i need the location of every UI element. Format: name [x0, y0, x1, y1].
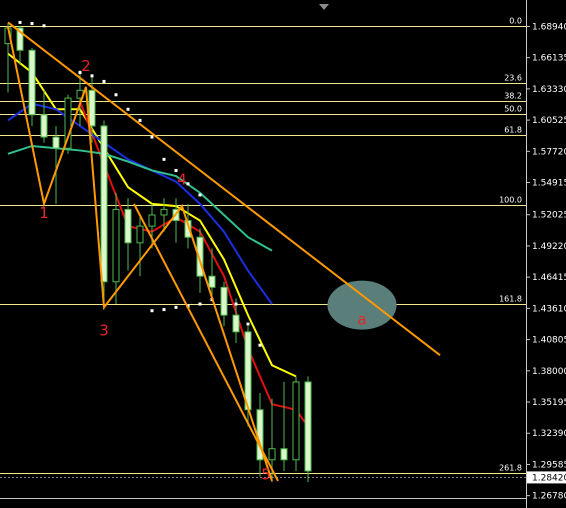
wave-label-5: 5 [261, 466, 271, 484]
candle-body [292, 381, 300, 461]
y-tick-label: 1.29585 [532, 460, 566, 470]
moving-averages [7, 52, 309, 428]
candle-body [304, 381, 312, 472]
sar-dot [162, 157, 166, 161]
candle-body [136, 225, 144, 244]
y-tick-label: 1.54915 [532, 179, 566, 189]
trendlines-layer [7, 21, 441, 482]
chart-root: 0.0 23.6 38.2 50.0 61.8 100.0 161.8 261.8 1 2 3 4 5… [0, 0, 566, 508]
sar-dot [150, 135, 154, 139]
candle-body [148, 214, 156, 227]
y-tick-label: 1.26780 [532, 492, 566, 502]
y-tick-label: 1.43610 [532, 304, 566, 314]
sar-dot [162, 308, 166, 312]
fib-level-label: 100.0 [499, 196, 522, 205]
fib-level-label: 161.8 [499, 295, 522, 304]
candle-body [100, 125, 108, 283]
sar-dot [198, 193, 202, 197]
y-tick-label: 1.38000 [532, 367, 566, 377]
sar-dot [258, 343, 262, 347]
y-tick-label: 1.35195 [532, 398, 566, 408]
wave-label-a: a [357, 311, 366, 329]
sar-dot [150, 309, 154, 313]
candle-body [280, 448, 288, 461]
fib-level-label: 38.2 [504, 92, 522, 101]
sar-dot [30, 22, 34, 26]
sar-dot [174, 305, 178, 309]
sar-dot [126, 107, 130, 111]
y-tick-label: 1.57720 [532, 147, 566, 157]
y-tick-label: 1.49220 [532, 242, 566, 252]
wave5-channel-line [133, 203, 279, 482]
wave-label-2: 2 [81, 57, 91, 75]
sar-dot [42, 24, 46, 28]
sar-dot [102, 79, 106, 83]
y-tick-label: 1.52025 [532, 211, 566, 221]
y-tick-label: 1.60525 [532, 116, 566, 126]
sar-dot [138, 118, 142, 122]
sar-dot [114, 93, 118, 97]
y-tick-label: 1.68940 [532, 22, 566, 32]
wave-label-3: 3 [99, 322, 109, 340]
fib-level-label: 23.6 [504, 74, 522, 83]
y-tick-label: 1.46415 [532, 273, 566, 283]
candle-body [40, 114, 48, 138]
fib-level-label: 50.0 [504, 105, 522, 114]
sar-dot [18, 20, 22, 24]
candle-body [52, 136, 60, 149]
y-tick-label: 1.63330 [532, 85, 566, 95]
y-tick-label: 1.66135 [532, 54, 566, 64]
candle-body [268, 448, 276, 461]
fib-level-label: 0.0 [509, 17, 522, 26]
price-axis: 1.68940 1.66135 1.63330 1.60525 1.57720 1.549… [0, 0, 566, 508]
price-chart: 0.0 23.6 38.2 50.0 61.8 100.0 161.8 261.8 1 2 3 4 5… [0, 0, 566, 508]
candle-body [112, 208, 120, 283]
y-tick-label: 1.40805 [532, 336, 566, 346]
y-tick-label: 1.32390 [532, 429, 566, 439]
candle-body [220, 286, 228, 316]
wave-label-4: 4 [177, 170, 187, 188]
candle-body [28, 49, 36, 116]
candles-layer [4, 23, 312, 483]
sar-dot [246, 322, 250, 326]
candle-body [160, 208, 168, 216]
candle-body [124, 208, 132, 244]
sar-dot [198, 302, 202, 306]
shift-marker-icon [319, 4, 329, 10]
candle-body [208, 275, 216, 288]
sar-dot [90, 74, 94, 78]
candle-body [232, 314, 240, 333]
current-price-label: 1.28420 [532, 473, 566, 483]
candle-body [88, 89, 96, 127]
sar-dot [186, 182, 190, 186]
fib-level-label: 261.8 [499, 464, 522, 473]
fib-level-label: 61.8 [504, 126, 522, 135]
wave-label-1: 1 [39, 204, 49, 222]
sar-dot [234, 302, 238, 306]
